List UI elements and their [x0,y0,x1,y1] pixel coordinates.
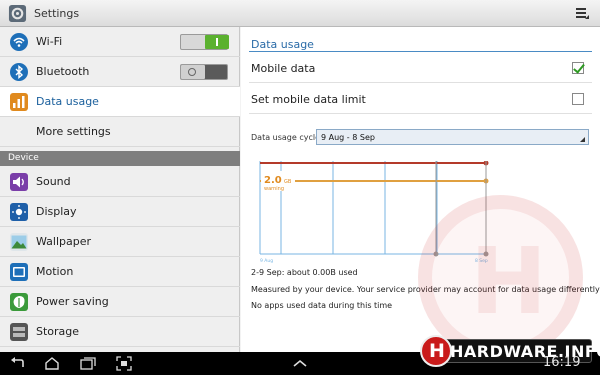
toggle-knob [205,35,229,49]
motion-icon [10,263,28,281]
watermark-h: H [470,228,547,335]
sidebar-item-label: Sound [36,175,71,188]
status-clock: 16:19 [543,355,581,370]
sidebar-item-wallpaper[interactable]: Wallpaper [0,227,240,257]
sidebar-item-label: Motion [36,265,74,278]
sidebar-item-label: Storage [36,325,80,338]
logo-initial: H [429,340,445,362]
selection-pointer [232,94,240,110]
sidebar-item-label: More settings [36,125,111,138]
page-title: Settings [34,7,80,20]
settings-app-icon[interactable] [8,4,27,23]
back-icon[interactable] [10,356,26,371]
home-icon[interactable] [44,356,60,371]
no-apps-message: No apps used data during this time [251,301,393,310]
sidebar-item-display[interactable]: Display [0,197,240,227]
mobile-data-checkbox[interactable] [572,62,584,74]
power-saving-icon [10,293,28,311]
bluetooth-icon [10,63,28,81]
data-usage-icon [10,93,28,111]
sidebar-item-label: Wi-Fi [36,35,63,48]
wifi-toggle[interactable] [180,34,229,50]
sidebar-item-bluetooth[interactable]: Bluetooth [0,57,240,87]
logo-disc: H [420,335,452,367]
title-divider [249,51,592,52]
sidebar-item-storage[interactable]: Storage [0,317,240,347]
sidebar-item-label: Power saving [36,295,109,308]
dropdown-arrow-icon [580,137,585,142]
display-icon [10,203,28,221]
mobile-data-label: Mobile data [251,62,316,75]
data-limit-row[interactable]: Set mobile data limit [249,84,592,114]
warning-unit: GB [284,179,292,185]
sidebar-item-label: Data usage [36,95,99,108]
sidebar-item-motion[interactable]: Motion [0,257,240,287]
panel-title: Data usage [251,38,314,51]
sidebar-item-wifi[interactable]: Wi-Fi [0,27,240,57]
wallpaper-icon [10,233,28,251]
warning-label: warning [264,186,284,192]
sidebar-item-sound[interactable]: Sound [0,167,240,197]
sound-icon [10,173,28,191]
chevron-up-icon[interactable] [292,356,308,371]
sidebar-item-data-usage[interactable]: Data usage [0,87,240,117]
screenshot-icon[interactable] [116,356,132,371]
cycle-dropdown[interactable]: 9 Aug - 8 Sep [316,129,589,145]
cycle-value: 9 Aug - 8 Sep [321,133,375,142]
data-limit-checkbox[interactable] [572,93,584,105]
sidebar-item-label: Bluetooth [36,65,90,78]
chart-start-label: 9 Aug [260,258,273,264]
section-header-device: Device [0,151,240,166]
mobile-data-row[interactable]: Mobile data [249,53,592,83]
warning-value: 2.0 [264,175,282,186]
wifi-icon [10,33,28,51]
recent-apps-icon[interactable] [80,356,96,371]
action-bar: Settings [0,0,600,27]
menu-icon[interactable] [574,5,590,21]
usage-summary: 2-9 Sep: about 0.00B used [251,268,358,277]
settings-list: Wi-Fi Bluetooth Data usage More settings… [0,27,240,352]
sidebar-item-power-saving[interactable]: Power saving [0,287,240,317]
sidebar-item-label: Wallpaper [36,235,92,248]
section-header-label: Device [8,153,39,163]
sidebar-item-label: Display [36,205,77,218]
data-limit-label: Set mobile data limit [251,93,366,106]
sidebar-item-more-settings[interactable]: More settings [0,117,240,147]
bluetooth-toggle[interactable] [180,64,228,80]
cycle-label: Data usage cycle [251,133,321,142]
toggle-knob [181,65,205,79]
storage-icon [10,323,28,341]
